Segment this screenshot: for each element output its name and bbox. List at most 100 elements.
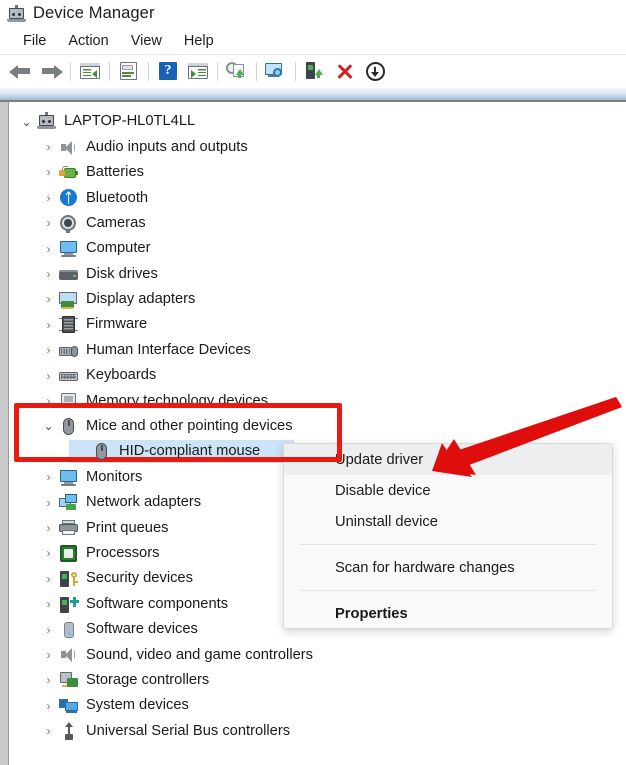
download-button[interactable] — [360, 57, 390, 85]
chevron-right-icon[interactable]: › — [40, 547, 57, 559]
tree-item-label: Batteries — [86, 164, 144, 181]
console-tree-button[interactable] — [75, 57, 105, 85]
ctx-scan-for-hardware-changes[interactable]: Scan for hardware changes — [284, 552, 612, 583]
tree-item-label: Firmware — [86, 316, 148, 333]
chevron-right-icon[interactable]: › — [40, 370, 57, 382]
enable-device-button[interactable] — [300, 57, 330, 85]
chevron-right-icon[interactable]: › — [40, 344, 57, 356]
tree-item-label: Storage controllers — [86, 671, 210, 688]
ctx-uninstall-device[interactable]: Uninstall device — [284, 506, 612, 537]
window-title: Device Manager — [33, 4, 155, 22]
toolbar-separator — [256, 61, 257, 81]
tree-item-label: Cameras — [86, 214, 146, 231]
help-button[interactable]: ? — [153, 57, 183, 85]
bluetooth-icon: ᛏ — [58, 187, 79, 208]
human-interface-device-icon — [58, 340, 79, 361]
chevron-right-icon[interactable]: › — [40, 192, 57, 204]
chevron-right-icon[interactable]: › — [40, 573, 57, 585]
tree-item-audio[interactable]: › Audio inputs and outputs — [10, 134, 626, 159]
chevron-right-icon[interactable]: › — [40, 725, 57, 737]
red-x-icon — [330, 59, 360, 83]
help-question-icon: ? — [164, 63, 172, 78]
battery-icon — [58, 162, 79, 183]
tree-item-label: Mice and other pointing devices — [86, 418, 293, 435]
speaker-icon — [58, 644, 79, 665]
chevron-right-icon[interactable]: › — [40, 497, 57, 509]
laptop-icon — [36, 111, 57, 132]
tree-item-keyboards[interactable]: › Keyboards — [10, 363, 626, 388]
back-button[interactable] — [6, 57, 36, 85]
chevron-right-icon[interactable]: › — [40, 649, 57, 661]
chevron-right-icon[interactable]: › — [40, 598, 57, 610]
tree-item-display-adapters[interactable]: › Display adapters — [10, 287, 626, 312]
menu-help[interactable]: Help — [173, 31, 225, 51]
title-bar: Device Manager — [0, 0, 626, 27]
scan-hardware-changes-button[interactable] — [261, 57, 291, 85]
tree-item-root[interactable]: ⌄ LAPTOP-HL0TL4LL — [10, 109, 626, 134]
mouse-icon — [58, 416, 79, 437]
chevron-right-icon[interactable]: › — [40, 141, 57, 153]
annotation-arrow — [432, 397, 622, 477]
menu-file[interactable]: File — [12, 31, 57, 51]
tree-item-label: Security devices — [86, 570, 193, 587]
tree-item-label: System devices — [86, 697, 189, 714]
tree-item-label: Keyboards — [86, 367, 157, 384]
menu-bar: File Action View Help — [0, 27, 626, 55]
chevron-right-icon[interactable]: › — [40, 522, 57, 534]
chevron-right-icon[interactable]: › — [40, 319, 57, 331]
chevron-right-icon[interactable]: › — [40, 674, 57, 686]
chevron-right-icon[interactable]: › — [40, 395, 57, 407]
tree-item-system-devices[interactable]: › System devices — [10, 693, 626, 718]
software-device-icon — [58, 619, 79, 640]
chevron-down-icon[interactable]: ⌄ — [40, 420, 57, 432]
tree-item-usb-controllers[interactable]: › Universal Serial Bus controllers — [10, 718, 626, 743]
tree-item-label: Print queues — [86, 519, 169, 536]
toolbar-divider-strip — [0, 88, 626, 100]
context-menu-separator — [300, 544, 596, 545]
menu-action[interactable]: Action — [57, 31, 119, 51]
tree-item-label: Computer — [86, 240, 151, 257]
chevron-right-icon[interactable]: › — [40, 700, 57, 712]
display-adapter-icon — [58, 289, 79, 310]
toolbar-separator — [70, 61, 71, 81]
tree-item-sound-video-game-controllers[interactable]: › Sound, video and game controllers — [10, 642, 626, 667]
toolbar: ? — [0, 55, 626, 87]
software-component-icon — [58, 594, 79, 615]
uninstall-device-button[interactable] — [330, 57, 360, 85]
usb-icon — [58, 721, 79, 742]
keyboard-icon — [58, 365, 79, 386]
tree-item-label: Processors — [86, 544, 160, 561]
forward-button[interactable] — [36, 57, 66, 85]
chevron-right-icon[interactable]: › — [40, 166, 57, 178]
chevron-right-icon[interactable]: › — [40, 471, 57, 483]
tree-item-batteries[interactable]: › Batteries — [10, 160, 626, 185]
tree-item-storage-controllers[interactable]: › Storage controllers — [10, 668, 626, 693]
tree-item-computer[interactable]: › Computer — [10, 236, 626, 261]
chevron-right-icon[interactable]: › — [40, 624, 57, 636]
tree-item-firmware[interactable]: › Firmware — [10, 312, 626, 337]
chevron-down-icon[interactable]: ⌄ — [18, 116, 35, 128]
disk-drive-icon — [58, 264, 79, 285]
device-manager-icon — [6, 4, 26, 23]
tree-item-bluetooth[interactable]: › ᛏ Bluetooth — [10, 185, 626, 210]
tree-item-human-interface-devices[interactable]: › Human Interface Devices — [10, 338, 626, 363]
tree-item-label: Audio inputs and outputs — [86, 138, 248, 155]
chevron-right-icon[interactable]: › — [40, 268, 57, 280]
tree-item-label: Software devices — [86, 621, 198, 638]
ctx-properties[interactable]: Properties — [284, 598, 612, 629]
update-driver-toolbar-button[interactable] — [222, 57, 252, 85]
chevron-right-icon[interactable]: › — [40, 217, 57, 229]
tree-item-disk-drives[interactable]: › Disk drives — [10, 261, 626, 286]
action-pane-button[interactable] — [183, 57, 213, 85]
chevron-right-icon[interactable]: › — [40, 293, 57, 305]
tree-item-cameras[interactable]: › Cameras — [10, 211, 626, 236]
menu-view[interactable]: View — [120, 31, 173, 51]
tree-item-label: Display adapters — [86, 291, 196, 308]
context-menu-separator — [300, 590, 596, 591]
properties-button[interactable] — [114, 57, 144, 85]
computer-monitor-icon — [58, 467, 79, 488]
tree-item-label: Memory technology devices — [86, 392, 269, 409]
system-device-icon — [58, 695, 79, 716]
chevron-right-icon[interactable]: › — [40, 243, 57, 255]
toolbar-separator — [148, 61, 149, 81]
